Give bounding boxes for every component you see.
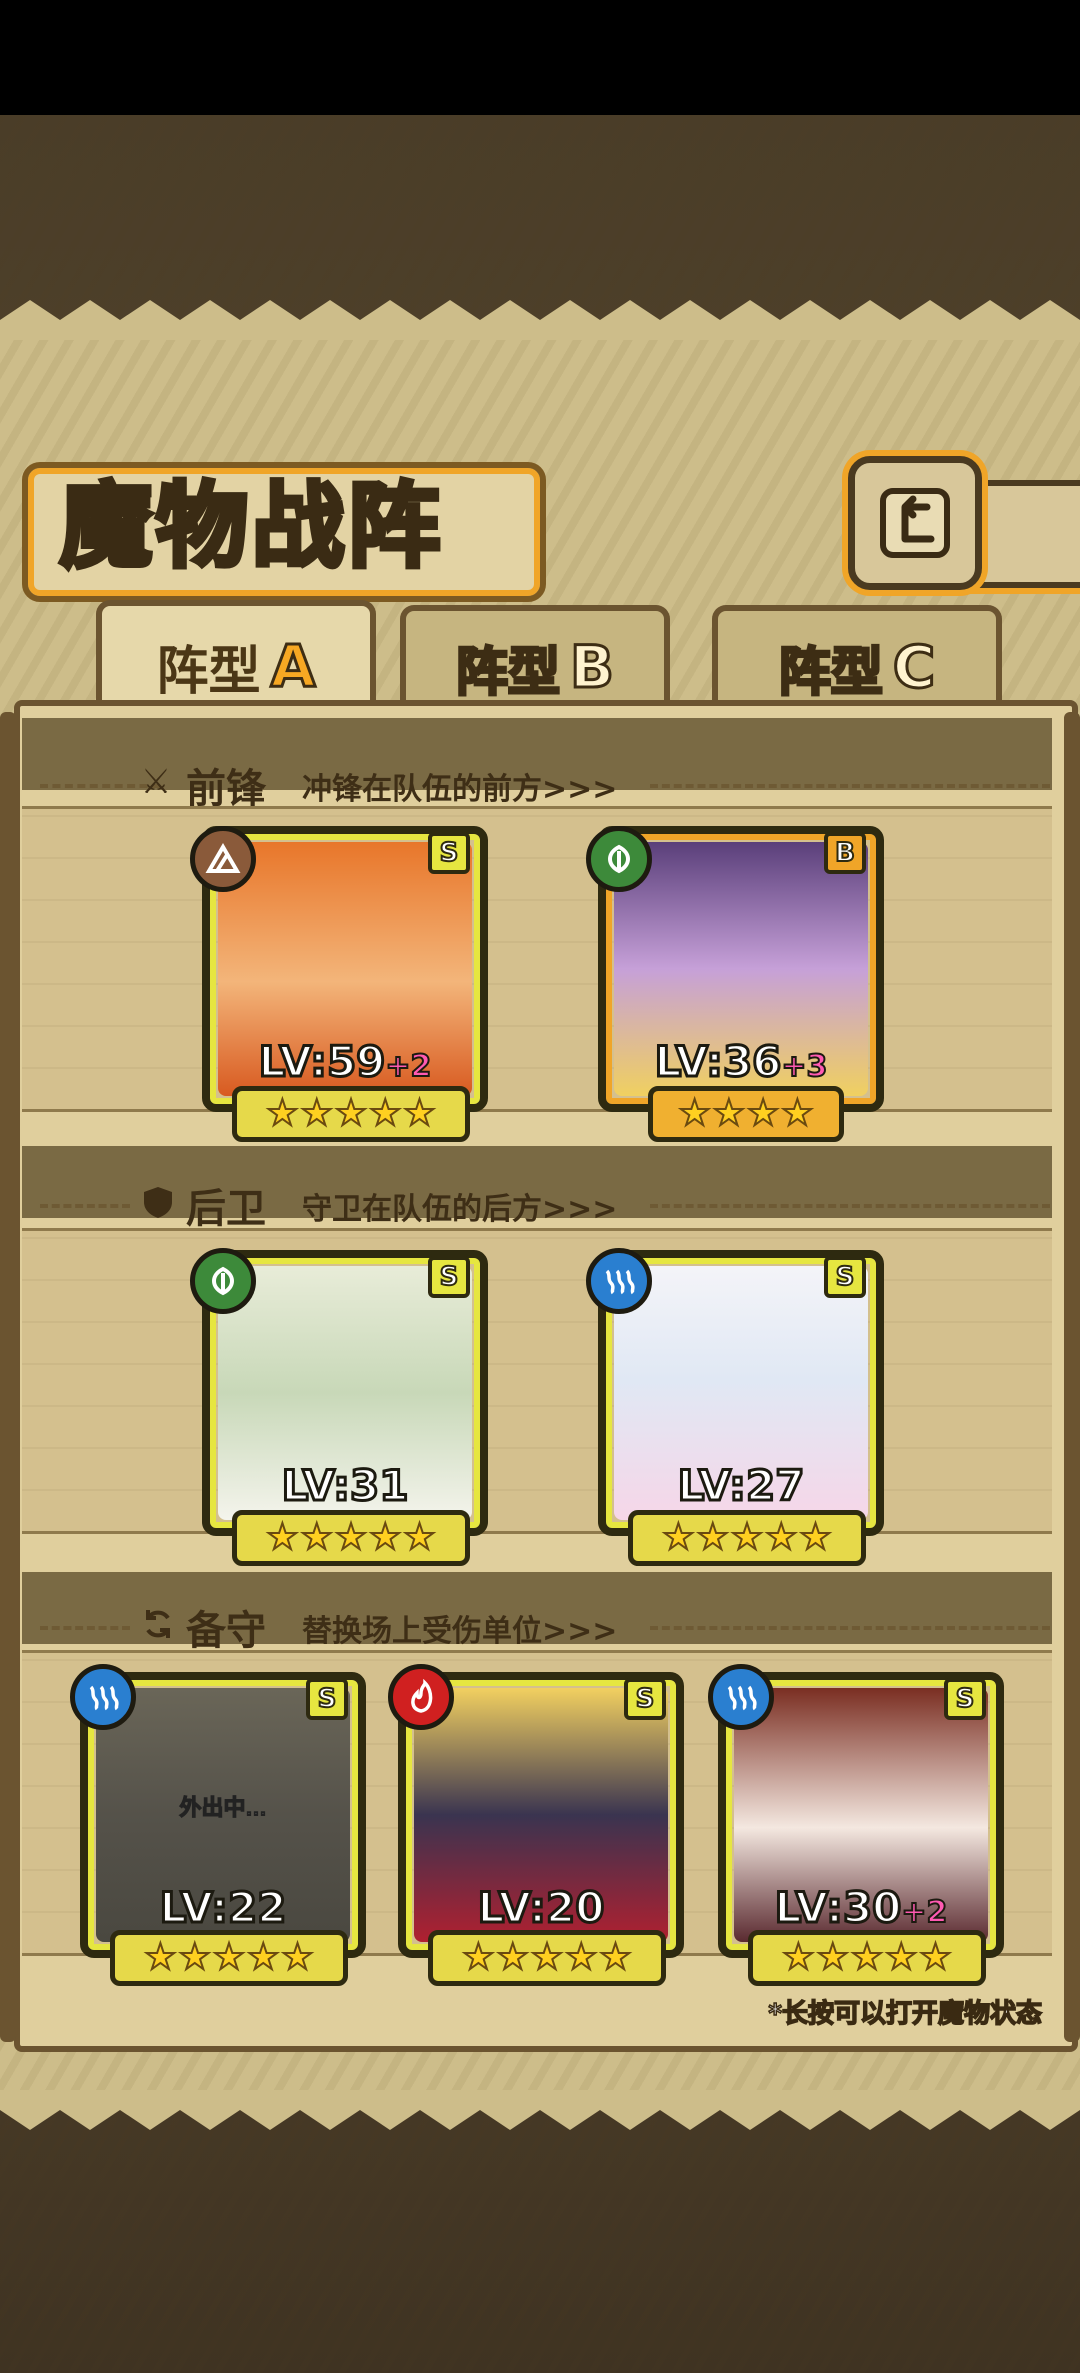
star-icon: ★ [402, 1093, 436, 1134]
star-icon: ★ [816, 1937, 850, 1978]
monster-level: LV:30+2 [773, 1882, 948, 1934]
tab-label: 阵型 [156, 641, 261, 702]
rank-badge: S [428, 1256, 470, 1298]
panel-top-edge [0, 300, 1080, 340]
star-icon: ★ [280, 1937, 314, 1978]
star-rating: ★ ★ ★ ★ ★ [232, 1510, 470, 1566]
rear-row [22, 1228, 1052, 1534]
star-icon: ★ [334, 1517, 368, 1558]
star-icon: ★ [780, 1093, 814, 1134]
panel-bottom-edge [0, 2090, 1080, 2130]
star-icon: ★ [746, 1093, 780, 1134]
rank-badge: S [624, 1678, 666, 1720]
star-icon: ★ [850, 1937, 884, 1978]
star-icon: ★ [530, 1937, 564, 1978]
swap-icon [140, 1606, 176, 1642]
earth-icon [190, 826, 256, 892]
star-rating: ★ ★ ★ ★ ★ [428, 1930, 666, 1986]
rank-badge: S [428, 832, 470, 874]
star-icon: ★ [461, 1937, 495, 1978]
star-icon: ★ [265, 1517, 299, 1558]
rank-badge: S [824, 1256, 866, 1298]
page-title: 魔物战阵 [58, 470, 445, 583]
star-icon: ★ [143, 1937, 177, 1978]
water-icon [70, 1664, 136, 1730]
tab-letter: B [568, 632, 615, 703]
star-rating: ★ ★ ★ ★ ★ [628, 1510, 866, 1566]
star-rating: ★ ★ ★ ★ [648, 1086, 844, 1142]
star-icon: ★ [300, 1093, 334, 1134]
tab-letter: C [891, 632, 937, 703]
section-title-rear: 后卫 [186, 1186, 266, 1232]
rank-badge: S [306, 1678, 348, 1720]
star-icon: ★ [677, 1093, 711, 1134]
back-button[interactable] [848, 456, 982, 590]
section-title-reserve: 备守 [186, 1608, 266, 1654]
monster-level: LV:20 [476, 1882, 606, 1934]
back-icon [880, 488, 950, 558]
star-icon: ★ [564, 1937, 598, 1978]
star-icon: ★ [178, 1937, 212, 1978]
long-press-hint: *长按可以打开魔物状态 [768, 1998, 1043, 2030]
fire-icon [388, 1664, 454, 1730]
star-icon: ★ [402, 1517, 436, 1558]
star-icon: ★ [781, 1937, 815, 1978]
divider [650, 1626, 1050, 1630]
star-icon: ★ [246, 1937, 280, 1978]
water-icon [708, 1664, 774, 1730]
star-icon: ★ [764, 1517, 798, 1558]
monster-level: LV:31 [280, 1460, 410, 1512]
leaf-icon [586, 826, 652, 892]
star-icon: ★ [798, 1517, 832, 1558]
star-icon: ★ [661, 1517, 695, 1558]
divider [650, 1204, 1050, 1208]
star-icon: ★ [712, 1093, 746, 1134]
star-rating: ★ ★ ★ ★ ★ [110, 1930, 348, 1986]
divider [650, 784, 1050, 788]
star-rating: ★ ★ ★ ★ ★ [232, 1086, 470, 1142]
star-icon: ★ [212, 1937, 246, 1978]
section-subtitle-front: 冲锋在队伍的前方>>> [302, 772, 618, 807]
star-icon: ★ [696, 1517, 730, 1558]
star-rating: ★ ★ ★ ★ ★ [748, 1930, 986, 1986]
star-icon: ★ [368, 1093, 402, 1134]
frame-post-right [1064, 712, 1080, 2042]
divider [40, 1626, 130, 1630]
star-icon: ★ [730, 1517, 764, 1558]
water-icon [586, 1248, 652, 1314]
monster-level: LV:27 [676, 1460, 806, 1512]
star-icon: ★ [265, 1093, 299, 1134]
frame-post-left [0, 712, 16, 2042]
front-row [22, 806, 1052, 1112]
star-icon: ★ [300, 1517, 334, 1558]
star-icon: ★ [334, 1093, 368, 1134]
tab-letter: A [269, 631, 317, 702]
rank-badge: B [824, 832, 866, 874]
monster-level: LV:36+3 [653, 1036, 828, 1088]
tab-label: 阵型 [454, 641, 561, 704]
monster-level: LV:22 [158, 1882, 288, 1934]
rank-badge: S [944, 1678, 986, 1720]
star-icon: ★ [598, 1937, 632, 1978]
sword-icon: ⚔ [140, 762, 172, 802]
section-subtitle-rear: 守卫在队伍的后方>>> [302, 1192, 618, 1227]
star-icon: ★ [496, 1937, 530, 1978]
back-button-bar [968, 480, 1080, 588]
shield-icon [140, 1184, 176, 1220]
divider [40, 1204, 130, 1208]
tab-label: 阵型 [777, 641, 884, 704]
star-icon: ★ [918, 1937, 952, 1978]
star-icon: ★ [884, 1937, 918, 1978]
away-status: 外出中... [179, 1795, 268, 1822]
section-subtitle-reserve: 替换场上受伤单位>>> [302, 1614, 618, 1649]
leaf-icon [190, 1248, 256, 1314]
star-icon: ★ [368, 1517, 402, 1558]
monster-level: LV:59+2 [257, 1036, 432, 1088]
